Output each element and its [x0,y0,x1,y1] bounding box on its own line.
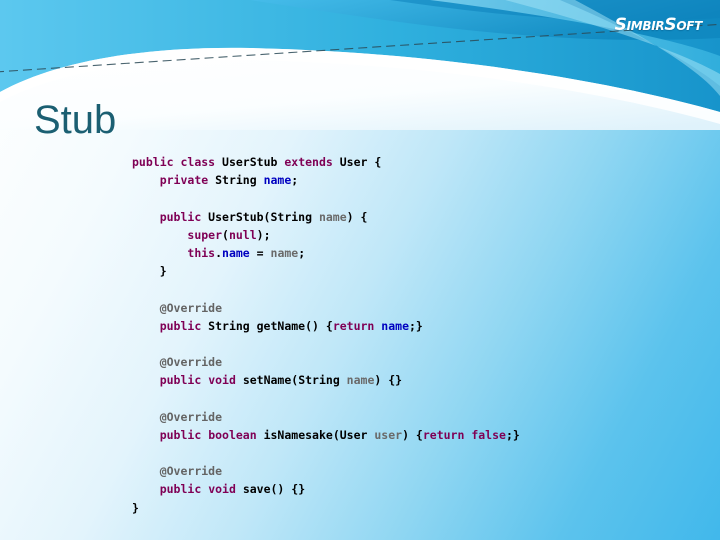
code-token: super [187,227,223,242]
code-token: setName(String [235,373,347,388]
code-token: ; [298,245,306,260]
code-line: public void save() {} [132,480,520,498]
code-token: public [159,427,202,442]
page-title: Stub [34,98,117,142]
slide-canvas: SIMBIRSOFT Stub public class UserStub ex… [0,0,720,540]
code-token: public [132,155,174,169]
java-code-block: public class UserStub extends User { pri… [132,153,520,517]
code-token: String getName() { [201,318,333,333]
code-token: void [208,373,236,388]
code-token: @Override [159,300,223,315]
code-token: ; [291,173,299,188]
code-token: ); [256,227,271,242]
code-token: ) { [402,427,423,442]
code-line: public class UserStub extends User { [132,153,520,171]
logo-part-4: OFT [676,19,702,33]
code-line: this.name = name; [132,244,520,262]
code-token: public [159,373,202,388]
code-line: @Override [132,299,520,317]
code-token: ( [222,227,229,242]
logo-part-1: S [614,15,627,35]
code-token: name [381,318,409,333]
code-line: private String name; [132,171,520,189]
code-line: @Override [132,408,520,426]
code-line: } [132,499,520,517]
brand-logo-text: SIMBIRSOFT [566,10,706,41]
code-line: @Override [132,353,520,371]
code-token: public [159,482,202,497]
code-line: } [132,262,520,280]
code-token: ) { [346,209,368,224]
code-token: name [318,209,347,224]
code-token: void [208,482,236,497]
code-token: private [159,173,209,188]
code-token: user [374,427,403,442]
code-line: public void setName(String name) {} [132,371,520,389]
code-token: boolean [208,427,257,442]
code-token: @Override [159,355,223,370]
code-token: @Override [159,409,223,424]
code-token: public [159,209,202,224]
code-token: ;} [505,427,520,442]
code-token: false [471,427,506,442]
code-token: isNamesake(User [256,427,375,442]
code-token: public [159,318,202,333]
code-token: } [132,500,139,515]
code-token: return [422,427,465,442]
code-token: this [187,245,216,260]
code-token: . [215,245,223,260]
code-line: super(null); [132,226,520,244]
code-line: @Override [132,462,520,480]
code-token: return [332,318,375,333]
code-token: } [132,264,167,279]
code-token: extends [284,155,333,169]
code-token: class [180,155,216,169]
code-line: public boolean isNamesake(User user) {re… [132,426,520,444]
code-token: UserStub(String [201,209,319,224]
brand-logo: SIMBIRSOFT [566,10,706,40]
code-token: name [346,373,375,388]
code-token: ;} [409,318,423,333]
code-token: name [263,173,292,188]
code-token: String [208,173,264,188]
code-token: = [249,245,271,260]
code-line: public UserStub(String name) { [132,208,520,226]
code-token: ) {} [374,373,403,388]
code-token: name [222,245,250,260]
code-token: name [270,245,299,260]
code-token: UserStub [215,155,285,169]
logo-part-3: S [664,15,677,35]
logo-part-2: IMBIR [626,19,665,33]
code-token: @Override [159,464,223,479]
code-token: null [228,227,257,242]
code-token: save() {} [235,482,306,497]
code-line: public String getName() {return name;} [132,317,520,335]
code-token: User { [332,155,382,169]
